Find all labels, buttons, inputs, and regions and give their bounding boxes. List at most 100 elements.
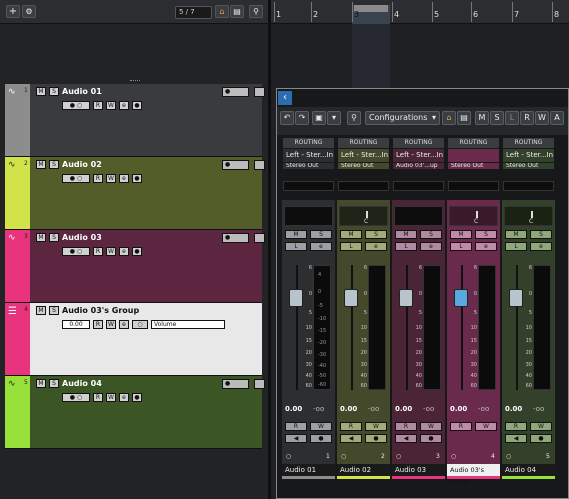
routing-output[interactable]: Stereo Out xyxy=(338,163,389,169)
fader-handle[interactable] xyxy=(399,289,413,307)
read-automation-button[interactable]: R xyxy=(340,422,362,431)
edit-channel-button[interactable]: e xyxy=(119,174,129,183)
resize-handle[interactable] xyxy=(130,80,140,82)
channel-link-icon[interactable]: ○ xyxy=(506,453,511,460)
pan-control[interactable] xyxy=(394,206,443,226)
list-icon[interactable]: ▤ xyxy=(457,111,471,125)
write-automation-button[interactable]: W xyxy=(310,422,332,431)
lock-button[interactable]: ● xyxy=(132,101,142,110)
channel-strip-audio-02[interactable]: C M S L e 6 0 5 10 15 20 30 40 60 0.00 -… xyxy=(337,200,390,479)
write-automation-button[interactable]: W xyxy=(106,247,116,256)
monitor-button[interactable]: ◀ xyxy=(505,434,527,443)
track-audio-01[interactable]: ∿ 1 M S Audio 01 ● ○ R W e ● ● xyxy=(5,84,265,157)
write-automation-button[interactable]: W xyxy=(106,393,116,402)
track-audio-03[interactable]: ∿ 3 M S Audio 03 ● ○ R W e ● ● xyxy=(5,230,265,303)
channel-name[interactable]: Audio 03 xyxy=(392,464,445,476)
channel-link-icon[interactable]: ○ xyxy=(451,453,456,460)
read-automation-button[interactable]: R xyxy=(285,422,307,431)
fader-handle[interactable] xyxy=(344,289,358,307)
record-enable-button[interactable]: ● xyxy=(530,434,552,443)
mute-button[interactable]: M xyxy=(36,306,46,315)
routing-input[interactable]: Left - Ster...In xyxy=(503,149,554,162)
read-automation-button[interactable]: R xyxy=(93,247,103,256)
mute-button[interactable]: M xyxy=(505,230,527,239)
pan-control[interactable] xyxy=(284,206,333,226)
write-automation-button[interactable]: W xyxy=(106,174,116,183)
write-automation-button[interactable]: W xyxy=(365,422,387,431)
record-enable-button[interactable]: ● xyxy=(365,434,387,443)
channel-link-icon[interactable]: ○ xyxy=(396,453,401,460)
automation-all-button[interactable]: A xyxy=(550,111,564,125)
mute-button[interactable]: M xyxy=(285,230,307,239)
listen-button[interactable]: L xyxy=(285,242,307,251)
snapshot-icon[interactable]: ▣ xyxy=(312,111,326,125)
read-automation-button[interactable]: R xyxy=(93,174,103,183)
dropdown-icon[interactable]: ▾ xyxy=(327,111,341,125)
track-body[interactable]: M S Audio 01 ● ○ R W e ● ● xyxy=(30,84,265,156)
solo-all-button[interactable]: S xyxy=(490,111,504,125)
edit-channel-button[interactable]: e xyxy=(119,320,129,329)
monitor-button[interactable]: ● ○ xyxy=(62,393,90,402)
volume-readout[interactable]: 0.00 xyxy=(505,405,522,413)
listen-button[interactable]: L xyxy=(505,242,527,251)
mute-button[interactable]: M xyxy=(395,230,417,239)
track-name[interactable]: Audio 03's Group xyxy=(62,306,139,315)
write-automation-button[interactable]: W xyxy=(475,422,497,431)
mute-button[interactable]: M xyxy=(450,230,472,239)
edit-channel-button[interactable]: e xyxy=(119,101,129,110)
volume-value-field[interactable]: 0.00 xyxy=(62,320,90,329)
track-name[interactable]: Audio 01 xyxy=(62,87,102,96)
monitor-button[interactable]: ◀ xyxy=(395,434,417,443)
listen-button[interactable]: L xyxy=(395,242,417,251)
read-automation-button[interactable]: R xyxy=(450,422,472,431)
record-enable-button[interactable]: ● xyxy=(222,87,249,97)
routing-input[interactable] xyxy=(448,149,499,162)
volume-readout[interactable]: 0.00 xyxy=(340,405,357,413)
listen-button[interactable]: L xyxy=(450,242,472,251)
mute-button[interactable]: M xyxy=(36,87,46,96)
home-icon[interactable]: ⌂ xyxy=(215,5,229,18)
listen-button[interactable]: L xyxy=(340,242,362,251)
monitor-button[interactable]: ● ○ xyxy=(62,101,90,110)
routing-input[interactable]: Left - Ster...In xyxy=(338,149,389,162)
write-automation-button[interactable]: W xyxy=(106,320,116,329)
routing-input[interactable]: Left - Ster...In xyxy=(393,149,444,162)
track-name[interactable]: Audio 04 xyxy=(62,379,102,388)
read-automation-button[interactable]: R xyxy=(395,422,417,431)
routing-output[interactable]: Stereo Out xyxy=(503,163,554,169)
channel-link-icon[interactable]: ○ xyxy=(341,453,346,460)
track-body[interactable]: M S Audio 03's Group 0.00 R W e ○ Volume xyxy=(30,303,262,375)
write-automation-button[interactable]: W xyxy=(106,101,116,110)
timeline-ruler[interactable]: 1 2 3 4 5 6 7 8 xyxy=(271,0,569,24)
track-audio-03s-group[interactable]: ☰ 4 M S Audio 03's Group 0.00 R W e ○ Vo… xyxy=(5,303,262,376)
track-options-button[interactable] xyxy=(254,87,265,97)
insert-slot[interactable] xyxy=(503,181,554,191)
channel-name[interactable]: Audio 02 xyxy=(337,464,390,476)
channel-strip-audio-01[interactable]: M S L e 6 0 5 10 15 20 30 40 60 4 0 -5 -… xyxy=(282,200,335,479)
configurations-dropdown[interactable]: Configurations ▾ xyxy=(365,111,440,125)
write-automation-button[interactable]: W xyxy=(420,422,442,431)
track-audio-02[interactable]: ∿ 2 M S Audio 02 ● ○ R W e ● ● xyxy=(5,157,265,230)
routing-output[interactable]: Stereo Out xyxy=(448,163,499,169)
read-automation-button[interactable]: R xyxy=(505,422,527,431)
channel-name[interactable]: Audio 01 xyxy=(282,464,335,476)
read-automation-button[interactable]: R xyxy=(93,320,103,329)
track-options-icon[interactable]: ⚙ xyxy=(22,5,36,18)
edit-button[interactable]: e xyxy=(310,242,332,251)
listen-all-button[interactable]: L xyxy=(505,111,519,125)
edit-button[interactable]: e xyxy=(365,242,387,251)
peak-readout[interactable]: -oo xyxy=(313,405,324,413)
track-options-button[interactable] xyxy=(254,160,265,170)
read-automation-button[interactable]: R xyxy=(93,101,103,110)
mute-button[interactable]: M xyxy=(340,230,362,239)
monitor-button[interactable]: ◀ xyxy=(340,434,362,443)
monitor-button[interactable]: ● ○ xyxy=(62,174,90,183)
pan-control[interactable]: C xyxy=(504,206,553,226)
pan-control[interactable]: C xyxy=(339,206,388,226)
edit-button[interactable]: e xyxy=(475,242,497,251)
home-icon[interactable]: ⌂ xyxy=(442,111,456,125)
fader-handle[interactable] xyxy=(454,289,468,307)
track-body[interactable]: M S Audio 04 ● ○ R W e ● ● xyxy=(30,376,265,448)
channel-name[interactable]: Audio 04 xyxy=(502,464,555,476)
channel-name[interactable]: Audio 03's Group xyxy=(447,464,500,486)
